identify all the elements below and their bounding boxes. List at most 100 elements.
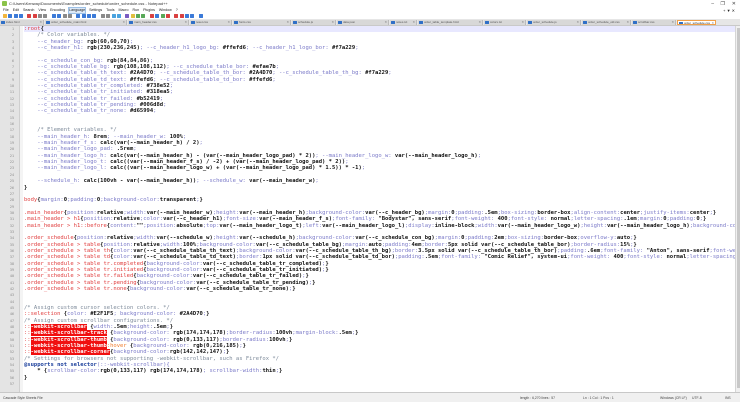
tab-close-icon[interactable]: ✕ xyxy=(521,20,524,25)
tab-label: order_table_template.html xyxy=(424,20,459,24)
code-line: body{margin:0;padding:0;background-color… xyxy=(24,197,203,203)
toolbar-button-icon[interactable] xyxy=(184,14,189,18)
code-editor[interactable]: 1 2 3 4 5 6 7 8 9 10 11 12 13 14 15 16 17 18 19 20 21 22 23 24 2… xyxy=(0,26,735,392)
file-tab[interactable]: order_schedule.css ✕ xyxy=(677,20,716,25)
toolbar-button-icon[interactable] xyxy=(81,14,86,18)
code-token: width: xyxy=(93,323,114,330)
toolbar-button-icon[interactable] xyxy=(67,14,72,18)
toolbar-button-icon[interactable] xyxy=(111,14,116,18)
file-icon xyxy=(1,20,5,25)
code-token: 15% xyxy=(620,241,631,248)
toolbar-button-icon[interactable] xyxy=(13,14,18,18)
code-token: { xyxy=(40,26,44,32)
toolbar-button-icon[interactable] xyxy=(18,14,23,18)
code-token: justify-items: xyxy=(643,209,690,216)
tab-close-icon[interactable]: ✕ xyxy=(286,20,289,25)
toolbar-button-icon[interactable] xyxy=(8,14,13,18)
code-token: .5em xyxy=(424,254,438,261)
close-button[interactable]: ✕ xyxy=(732,0,736,8)
toolbar-button-icon[interactable] xyxy=(165,14,170,18)
tab-close-icon[interactable]: ✕ xyxy=(671,20,674,25)
toolbar-button-icon[interactable] xyxy=(92,14,97,18)
file-tab[interactable]: fonts.css ✕ xyxy=(233,20,291,25)
code-token: normal xyxy=(663,254,687,261)
file-tab[interactable]: order_table_template.html ✕ xyxy=(418,20,483,25)
toolbar-button-icon[interactable] xyxy=(149,14,154,18)
code-token: var(--schedule_h) xyxy=(239,235,296,242)
toolbar-button-icon[interactable] xyxy=(116,14,121,18)
file-tab[interactable]: scrollbar.css ✕ xyxy=(632,20,676,25)
tab-close-icon[interactable]: ✕ xyxy=(576,20,579,25)
code-token: 8rem xyxy=(90,133,107,140)
toolbar-button-icon[interactable] xyxy=(198,14,203,18)
code-token: background-color: xyxy=(113,336,170,343)
code-token: background-color: xyxy=(103,197,160,204)
code-token: "Bodystar", sans-serif xyxy=(375,216,452,223)
tab-close-icon[interactable]: ✕ xyxy=(39,20,42,25)
code-token: :: xyxy=(24,336,31,343)
tab-close-icon[interactable]: ✕ xyxy=(711,21,714,24)
toolbar-button-icon[interactable] xyxy=(32,14,37,18)
toolbar-button-icon[interactable] xyxy=(38,14,43,18)
toolbar-button-icon[interactable] xyxy=(155,14,160,18)
tab-close-icon[interactable]: ✕ xyxy=(122,20,125,25)
code-token: font-style: xyxy=(510,216,548,223)
file-tab[interactable]: main_header.css ✕ xyxy=(128,20,189,25)
toolbar-button-icon[interactable] xyxy=(190,14,195,18)
file-tab[interactable]: colors.txt ✕ xyxy=(484,20,526,25)
toolbar-button-icon[interactable] xyxy=(130,14,135,18)
code-token: font-family: xyxy=(335,216,376,223)
code-token: #318ea5 xyxy=(143,89,170,96)
code-token: background-color: xyxy=(113,349,170,356)
file-tab[interactable]: index.html ✕ xyxy=(0,20,44,25)
file-tab[interactable]: order_schedule_main.html ✕ xyxy=(45,20,127,25)
tab-close-icon[interactable]: ✕ xyxy=(626,20,629,25)
toolbar-button-icon[interactable] xyxy=(62,14,67,18)
toolbar-button-icon[interactable] xyxy=(43,14,48,18)
code-token: ; xyxy=(275,64,280,71)
toolbar-button-icon[interactable] xyxy=(179,14,184,18)
minimize-button[interactable]: – xyxy=(711,0,714,8)
code-token: --main_header_logo_pad: xyxy=(37,146,114,153)
fold-margin[interactable] xyxy=(20,26,23,392)
toolbar-button-icon[interactable] xyxy=(3,14,7,18)
code-token: thin xyxy=(262,368,276,375)
toolbar-button-icon[interactable] xyxy=(76,14,81,18)
code-token: width: xyxy=(477,222,498,229)
code-token: } xyxy=(305,273,309,280)
code-token: ; xyxy=(272,76,276,83)
toolbar-button-icon[interactable] xyxy=(57,14,62,18)
file-tab[interactable]: notes.txt ✕ xyxy=(390,20,417,25)
file-tab[interactable]: order_schedule.js ✕ xyxy=(527,20,581,25)
file-tab[interactable]: data.json ✕ xyxy=(337,20,389,25)
file-tab[interactable]: schedule.js ✕ xyxy=(292,20,336,25)
toolbar-button-icon[interactable] xyxy=(160,14,165,18)
highlighted-selector: -webkit-scrollbar xyxy=(30,323,87,330)
toolbar-button-icon[interactable] xyxy=(174,14,179,18)
toolbar-button-icon[interactable] xyxy=(141,14,146,18)
highlighted-selector: -webkit-scrollbar-track xyxy=(30,330,107,337)
toolbar-button-icon[interactable] xyxy=(100,14,105,18)
tab-close-icon[interactable]: ✕ xyxy=(478,20,481,25)
code-token: --main_header_f_s: xyxy=(37,140,97,147)
tab-close-icon[interactable]: ✕ xyxy=(227,20,230,25)
toolbar-button-icon[interactable] xyxy=(136,14,141,18)
file-tab[interactable]: order_schedule_old.css ✕ xyxy=(582,20,631,25)
toolbar-button-icon[interactable] xyxy=(51,14,56,18)
toolbar-button-icon[interactable] xyxy=(106,14,111,18)
code-token: ; xyxy=(388,70,392,77)
toolbar-button-icon[interactable] xyxy=(125,14,130,18)
tab-close-icon[interactable]: ✕ xyxy=(184,20,187,25)
code-token: position: xyxy=(83,216,114,223)
toolbar-button-icon[interactable] xyxy=(27,14,32,18)
tab-close-icon[interactable]: ✕ xyxy=(384,20,387,25)
file-tab[interactable]: reset.css ✕ xyxy=(190,20,232,25)
code-token: ; xyxy=(315,178,319,185)
vertical-scrollbar[interactable] xyxy=(735,26,740,392)
tab-close-icon[interactable]: ✕ xyxy=(412,20,415,25)
code-token: border-box xyxy=(537,209,571,216)
tab-close-icon[interactable]: ✕ xyxy=(331,20,334,25)
code-token: background-color: xyxy=(133,343,190,349)
maximize-button[interactable]: ❐ xyxy=(721,0,725,8)
toolbar-button-icon[interactable] xyxy=(87,14,92,18)
